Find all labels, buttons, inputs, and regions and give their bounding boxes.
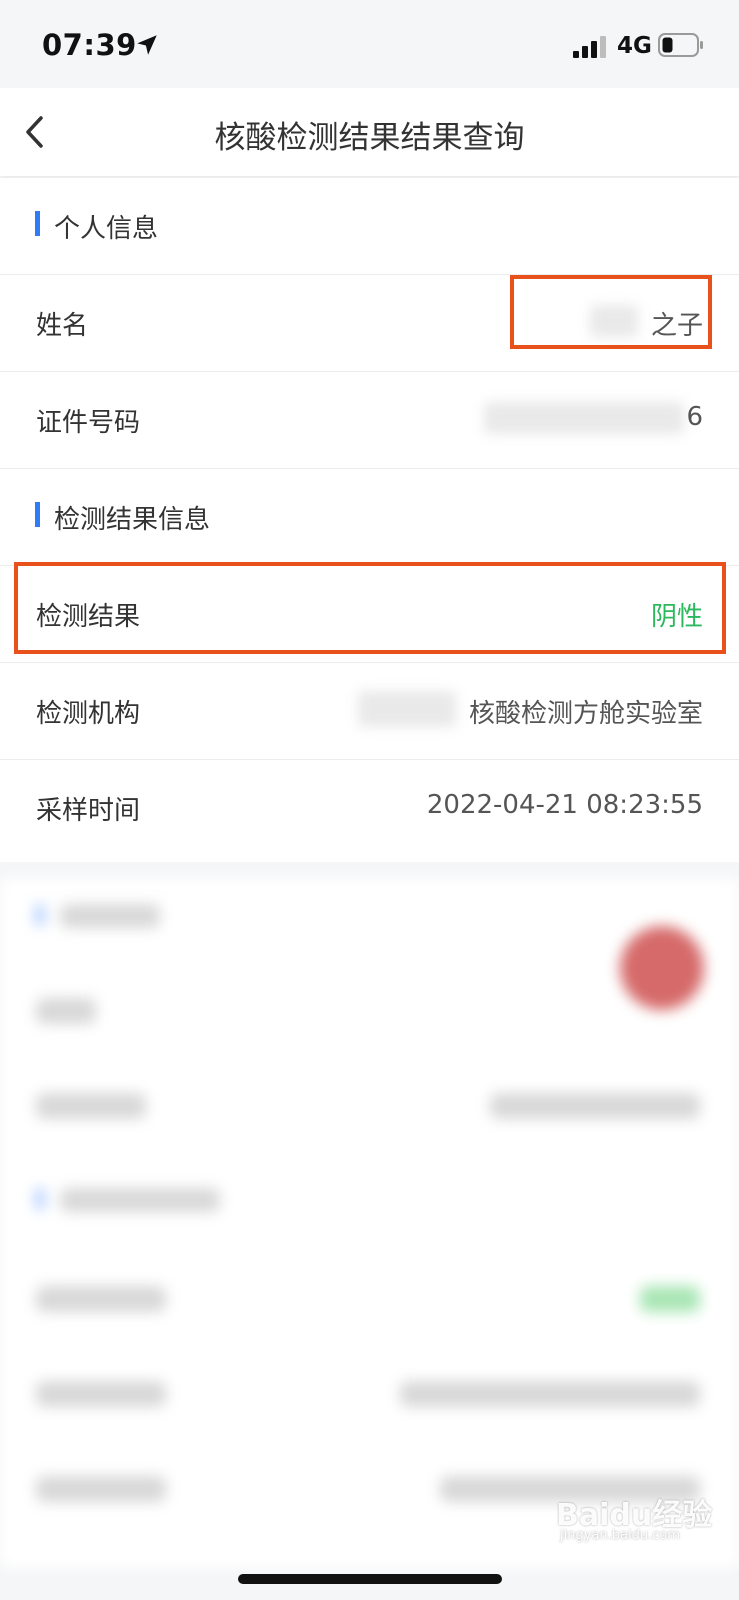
home-indicator[interactable] [238, 1574, 502, 1584]
nav-bar: 核酸检测结果结果查询 [0, 88, 739, 176]
status-bar: 07:39 4G [0, 0, 739, 88]
sampling-time-value: 2022-04-21 08:23:55 [426, 790, 703, 820]
blurred-text [60, 1188, 220, 1212]
section-header-result: 检测结果信息 [0, 469, 739, 566]
page-title: 核酸检测结果结果查询 [214, 120, 525, 156]
section-title: 个人信息 [54, 214, 159, 244]
row-id-number: 证件号码 6 [0, 372, 739, 469]
blurred-text [36, 1286, 166, 1312]
blurred-text [36, 1381, 166, 1407]
blurred-content [0, 878, 739, 1568]
highlight-box-name [510, 275, 712, 349]
blurred-text [60, 904, 160, 928]
watermark-url: jingyan.baidu.com [560, 1528, 680, 1543]
blurred-text [490, 1093, 700, 1119]
section-title: 检测结果信息 [54, 505, 211, 535]
section-accent-bar [35, 211, 40, 236]
id-value: 6 [686, 402, 703, 432]
row-institution: 检测机构 核酸检测方舱实验室 [0, 663, 739, 760]
redacted-blur [484, 402, 684, 434]
blurred-accent [36, 1188, 44, 1210]
blurred-stamp [620, 926, 704, 1010]
status-time: 07:39 [42, 28, 137, 62]
signal-bars-icon [573, 36, 606, 58]
blurred-text [640, 1286, 700, 1312]
sampling-time-label: 采样时间 [36, 796, 141, 826]
row-sampling-time: 采样时间 2022-04-21 08:23:55 [0, 760, 739, 857]
id-label: 证件号码 [36, 408, 141, 438]
section-accent-bar [35, 502, 40, 527]
blurred-text [36, 1093, 146, 1119]
institution-value: 核酸检测方舱实验室 [468, 699, 703, 729]
location-arrow-icon [137, 35, 157, 55]
redacted-blur [358, 691, 456, 727]
institution-label: 检测机构 [36, 699, 141, 729]
battery-icon [658, 33, 703, 57]
highlight-box-result [14, 562, 726, 654]
network-type: 4G [617, 33, 652, 59]
blurred-accent [36, 904, 44, 926]
section-header-personal: 个人信息 [0, 178, 739, 275]
blurred-text [36, 998, 96, 1024]
blurred-text [400, 1381, 700, 1407]
name-label: 姓名 [36, 311, 89, 341]
blurred-text [36, 1476, 166, 1502]
